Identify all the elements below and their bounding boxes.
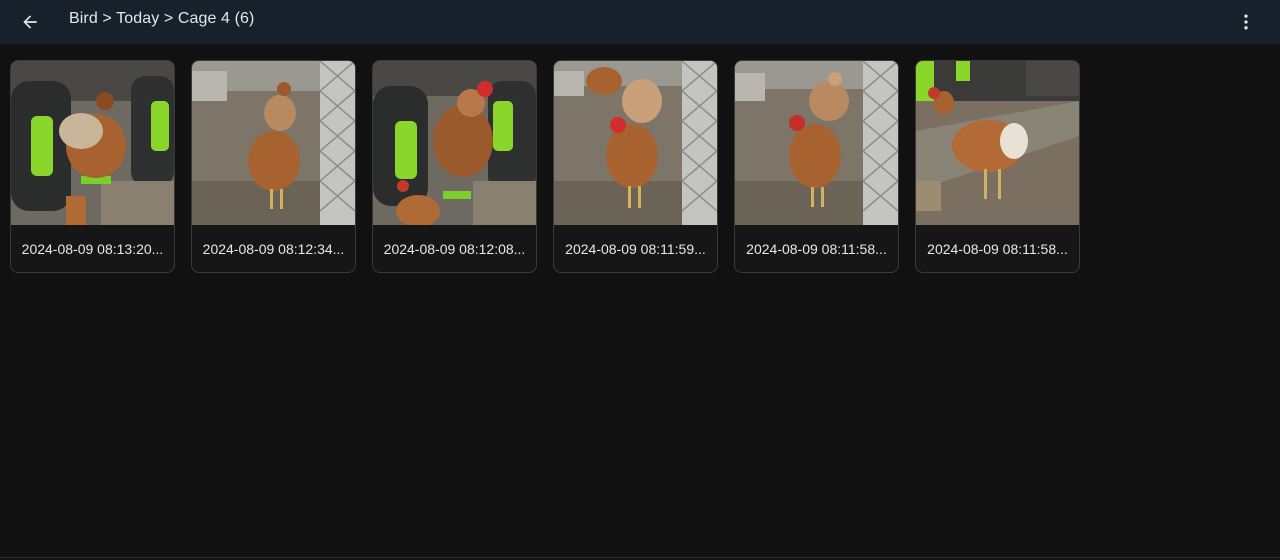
app-window: Bird > Today > Cage 4 (6) 2024-08-09 08:… [0, 0, 1280, 560]
photo-timestamp: 2024-08-09 08:11:58... [927, 240, 1068, 257]
top-app-bar: Bird > Today > Cage 4 (6) [0, 0, 1280, 44]
photo-thumbnail [11, 61, 174, 225]
photo-card[interactable]: 2024-08-09 08:11:58... [915, 60, 1080, 273]
photo-timestamp: 2024-08-09 08:11:59... [565, 240, 706, 257]
more-options-button[interactable] [1232, 6, 1260, 38]
bottom-divider [0, 557, 1280, 558]
photo-card[interactable]: 2024-08-09 08:12:08... [372, 60, 537, 273]
back-button[interactable] [14, 6, 46, 38]
photo-thumbnail [373, 61, 536, 225]
photo-card[interactable]: 2024-08-09 08:11:58... [734, 60, 899, 273]
arrow-left-icon [23, 15, 37, 29]
photo-thumbnail [192, 61, 355, 225]
photo-thumbnail [916, 61, 1079, 225]
photo-grid: 2024-08-09 08:13:20... 2024-08-09 08:12:… [10, 60, 1080, 273]
breadcrumb: Bird > Today > Cage 4 (6) [69, 10, 255, 27]
photo-timestamp: 2024-08-09 08:13:20... [21, 240, 164, 257]
photo-card[interactable]: 2024-08-09 08:12:34... [191, 60, 356, 273]
photo-card[interactable]: 2024-08-09 08:11:59... [553, 60, 718, 273]
more-vertical-icon [1244, 14, 1248, 30]
photo-timestamp: 2024-08-09 08:11:58... [746, 240, 887, 257]
photo-card[interactable]: 2024-08-09 08:13:20... [10, 60, 175, 273]
photo-timestamp: 2024-08-09 08:12:08... [383, 240, 526, 257]
photo-thumbnail [554, 61, 717, 225]
photo-thumbnail [735, 61, 898, 225]
photo-timestamp: 2024-08-09 08:12:34... [202, 240, 345, 257]
